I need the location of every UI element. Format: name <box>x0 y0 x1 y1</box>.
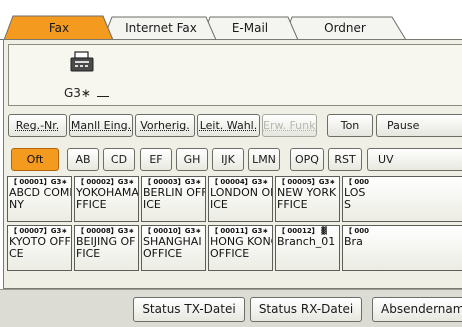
destination-entry[interactable]: 【 000 LOS S <box>342 176 462 222</box>
index-tab-label: CD <box>111 153 127 166</box>
reg-nr-label: Reg.-Nr. <box>16 119 60 132</box>
entry-name: LOS S <box>344 187 462 211</box>
index-tab-uv[interactable]: UV <box>367 148 462 171</box>
index-tab-frequent[interactable]: Oft <box>11 148 59 171</box>
pause-label: Pause <box>387 119 419 132</box>
routing-dial-button[interactable]: Leit. Wahl. <box>197 114 260 137</box>
index-tab-rst[interactable]: RST <box>328 148 362 171</box>
index-tab-label: AB <box>75 153 90 166</box>
sender-name-label: Absendernam <box>381 302 462 316</box>
index-tab-opq[interactable]: OPQ <box>290 148 324 171</box>
entry-name: BEIJING OF FICE <box>76 236 138 260</box>
previous-label: Vorherig. <box>140 119 190 132</box>
destination-entry[interactable]: 【 00011】G3∗ HONG KONG OFFICE <box>208 225 273 271</box>
index-tab-gh[interactable]: GH <box>176 148 208 171</box>
line-mode-label: G3∗ <box>64 86 91 100</box>
index-tab-label: EF <box>149 153 162 166</box>
manual-entry-label: Manll Eing. <box>71 119 131 132</box>
destination-entry[interactable]: 【 00002】G3∗ YOKOHAMA O FFICE <box>74 176 139 222</box>
extended-function-button[interactable]: Erw. Funkt. <box>262 114 317 137</box>
fax-panel: G3∗ Reg.-Nr. Manll Eing. Vorherig. Leit.… <box>3 39 462 289</box>
destination-line: G3∗ <box>64 85 109 101</box>
destination-display: G3∗ <box>8 44 462 106</box>
destination-entry[interactable]: 【 00012】 ▓ Branch_01 <box>275 225 340 271</box>
destination-entry[interactable]: 【 00001】G3∗ ABCD COMPA NY <box>7 176 72 222</box>
entry-name: Branch_01 <box>277 236 339 248</box>
extended-function-label: Erw. Funkt. <box>263 119 317 132</box>
destination-entry[interactable]: 【 00005】G3∗ NEW YORK O FFICE <box>275 176 340 222</box>
destination-entry[interactable]: 【 00007】G3∗ KYOTO OFFI CE <box>7 225 72 271</box>
index-tab-label: LMN <box>252 153 276 166</box>
index-tab-label: GH <box>184 153 201 166</box>
tone-label: Ton <box>341 119 360 132</box>
tab-internet-fax[interactable]: Internet Fax <box>116 20 206 36</box>
rx-file-status-button[interactable]: Status RX-Datei <box>250 297 362 322</box>
routing-dial-label: Leit. Wahl. <box>200 119 258 132</box>
entry-name: LONDON OFF ICE <box>210 187 272 211</box>
index-tab-label: IJK <box>221 153 235 166</box>
fax-machine-icon <box>69 51 95 73</box>
index-tab-label: OPQ <box>295 153 319 166</box>
index-tab-cd[interactable]: CD <box>103 148 135 171</box>
destination-entry[interactable]: 【 00008】G3∗ BEIJING OF FICE <box>74 225 139 271</box>
entry-name: Bra <box>344 236 462 248</box>
tab-bar: Fax Internet Fax E-Mail Ordner <box>0 0 462 40</box>
sender-name-button[interactable]: Absendernam <box>372 297 462 322</box>
tx-file-status-button[interactable]: Status TX-Datei <box>133 297 245 322</box>
index-tab-label: UV <box>378 153 394 166</box>
entry-name: ABCD COMPA NY <box>9 187 71 211</box>
index-tab-ef[interactable]: EF <box>140 148 172 171</box>
previous-button[interactable]: Vorherig. <box>135 114 195 137</box>
destination-entry[interactable]: 【 00004】G3∗ LONDON OFF ICE <box>208 176 273 222</box>
tab-fax[interactable]: Fax <box>24 20 94 36</box>
input-cursor <box>97 87 109 97</box>
tx-file-status-label: Status TX-Datei <box>142 302 235 316</box>
index-tab-ijk[interactable]: IJK <box>212 148 244 171</box>
tab-email[interactable]: E-Mail <box>214 20 286 36</box>
index-tab-label: RST <box>334 153 355 166</box>
index-tab-ab[interactable]: AB <box>67 148 99 171</box>
entry-name: NEW YORK O FFICE <box>277 187 339 211</box>
manual-entry-button[interactable]: Manll Eing. <box>69 114 133 137</box>
entry-name: KYOTO OFFI CE <box>9 236 71 260</box>
entry-name: SHANGHAI OFFICE <box>143 236 205 260</box>
destination-entry[interactable]: 【 000 Bra <box>342 225 462 271</box>
index-tab-label: Oft <box>27 153 44 166</box>
tab-ordner[interactable]: Ordner <box>300 20 390 36</box>
bottom-bar: Status TX-Datei Status RX-Datei Absender… <box>0 289 462 327</box>
reg-nr-button[interactable]: Reg.-Nr. <box>8 114 67 137</box>
pause-button[interactable]: Pause <box>376 114 462 137</box>
destination-entry[interactable]: 【 00010】G3∗ SHANGHAI OFFICE <box>141 225 206 271</box>
index-tab-lmn[interactable]: LMN <box>248 148 280 171</box>
entry-name: BERLIN OFF ICE <box>143 187 205 211</box>
entry-name: YOKOHAMA O FFICE <box>76 187 138 211</box>
tone-button[interactable]: Ton <box>327 114 373 137</box>
entry-name: HONG KONG OFFICE <box>210 236 272 260</box>
rx-file-status-label: Status RX-Datei <box>259 302 353 316</box>
destination-entry[interactable]: 【 00003】G3∗ BERLIN OFF ICE <box>141 176 206 222</box>
